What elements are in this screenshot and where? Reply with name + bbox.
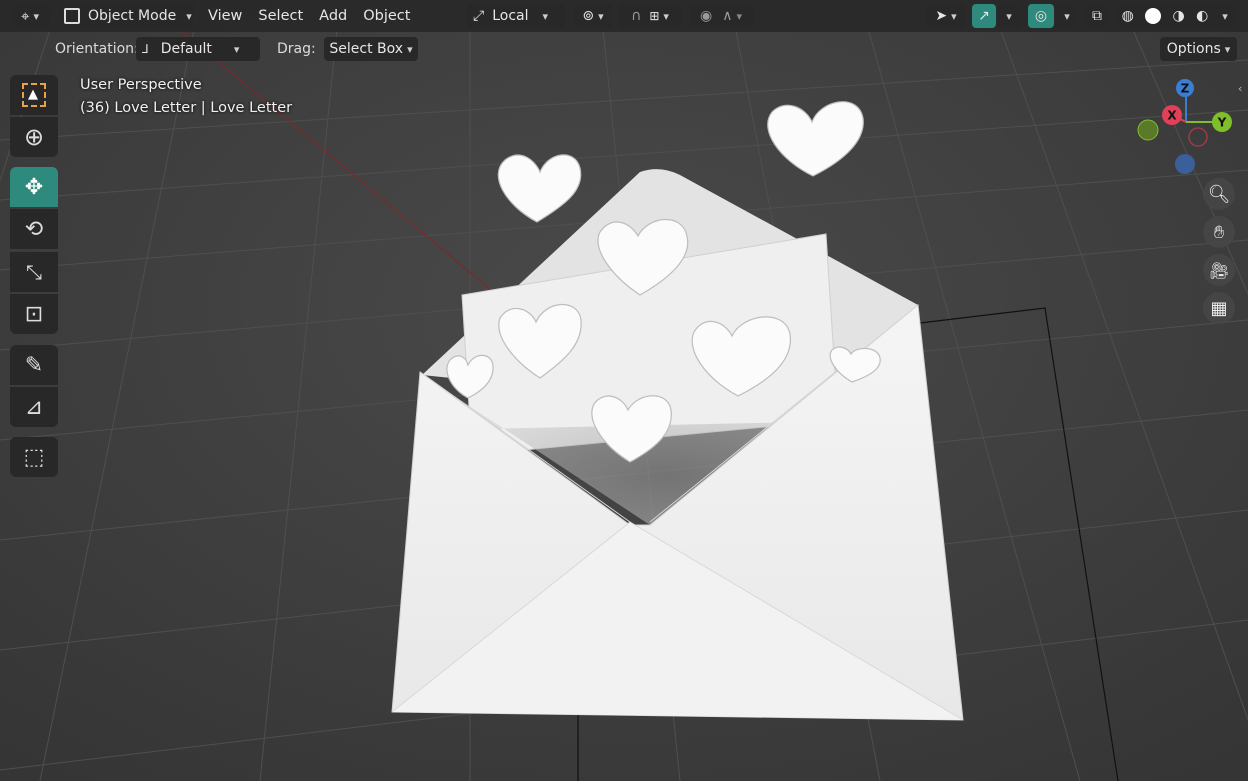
overlays-dropdown[interactable]: ▾ [1056,4,1078,28]
neg-z-axis-ball[interactable] [1175,154,1195,174]
object-mode-icon [64,8,80,24]
pivot-icon: ⊚ [582,8,595,24]
annotate-tool[interactable]: ✎ [10,345,58,385]
pivot-point-dropdown[interactable]: ⊚ ▾ [574,4,612,28]
solid-shading-icon[interactable] [1145,8,1162,24]
viewport-header: ⌖ ▾ Object Mode ▾ View Select Add Object … [0,0,1248,32]
chevron-down-icon: ▾ [598,9,604,23]
y-axis-label: Y [1217,116,1227,130]
chevron-down-icon: ▾ [1224,42,1231,56]
drag-dropdown[interactable]: Select Box ▾ [324,37,418,61]
neg-x-axis-ball[interactable] [1188,127,1208,147]
measure-icon: ⊿ [24,394,44,420]
menu-view[interactable]: View [200,4,250,28]
shading-mode-group: ◍ ◑ ◐ [1116,4,1214,28]
viewport-scene [0,0,1248,781]
cursor-icon: ⊕ [23,123,45,151]
options-label: Options [1166,41,1221,57]
move-tool[interactable]: ✥ [10,167,58,207]
menu-object[interactable]: Object [355,4,418,28]
navigation-gizmo[interactable]: Z X Y [1132,76,1236,180]
orientation-label: Orientation: [55,41,139,57]
chevron-down-icon: ▾ [663,9,669,23]
selectability-visibility-dropdown[interactable]: ➤ ▾ [926,4,966,28]
chevron-down-icon: ▾ [1006,9,1012,23]
wireframe-shading-icon[interactable]: ◍ [1122,8,1134,24]
options-dropdown[interactable]: Options ▾ [1160,37,1237,61]
chevron-down-icon: ▾ [1064,9,1070,23]
rotate-icon: ⟲ [24,216,44,242]
sidebar-toggle-icon[interactable]: ‹ [1238,82,1242,95]
shading-dropdown[interactable]: ▾ [1214,4,1236,28]
xray-toggle[interactable]: ⧉ [1085,4,1109,28]
zoom-icon: 🔍︎ [1207,183,1231,205]
snap-increment-icon: ⊞ [649,9,660,23]
gizmo-dropdown[interactable]: ▾ [998,4,1020,28]
chevron-down-icon: ▾ [951,9,957,23]
pan-hand-icon: ✋︎ [1213,221,1225,243]
menu-add[interactable]: Add [311,4,355,28]
3d-viewport[interactable] [0,0,1248,781]
view-name: User Perspective [80,77,202,93]
orientation-value: Default [160,41,212,57]
select-box-tool[interactable]: ▲ [10,75,58,115]
move-icon: ✥ [24,174,44,200]
transform-tool[interactable]: ⊡ [10,294,58,334]
transform-icon: ⊡ [24,301,44,327]
mode-label: Object Mode [88,8,177,24]
orientation-label: Local [492,8,529,24]
drag-value: Select Box [329,41,404,57]
zoom-button[interactable]: 🔍︎ [1203,178,1235,210]
xray-icon: ⧉ [1092,8,1102,24]
scale-icon: ⤡ [26,260,42,284]
rendered-shading-icon[interactable]: ◐ [1196,8,1208,24]
chevron-down-icon: ▾ [186,9,192,23]
menu-select[interactable]: Select [250,4,311,28]
perspective-toggle-button[interactable]: ▦ [1203,292,1235,324]
material-shading-icon[interactable]: ◑ [1173,8,1185,24]
camera-icon: 🎥︎ [1208,260,1230,280]
chevron-down-icon: ▾ [736,9,742,23]
annotate-icon: ✎ [24,352,44,378]
proportional-edit-icon: ◉ [700,8,713,24]
mode-dropdown[interactable]: Object Mode ▾ [58,4,194,28]
header-menus: View Select Add Object [200,4,418,28]
snap-magnet-icon: ∩ [631,8,642,24]
chevron-down-icon: ▾ [1222,9,1228,23]
camera-view-button[interactable]: 🎥︎ [1203,254,1235,286]
3d-viewport-icon: ⌖ [21,7,30,25]
drag-label: Drag: [277,41,316,57]
z-axis-label: Z [1181,82,1190,96]
snapping-group[interactable]: ∩ ⊞ ▾ [618,4,682,28]
overlays-icon: ◎ [1034,8,1048,24]
chevron-down-icon: ▾ [33,9,39,23]
chevron-down-icon: ▾ [233,42,240,56]
overlays-toggle[interactable]: ◎ [1028,4,1054,28]
tool-header: Orientation: ⅃ Default ▾ Drag: Select Bo… [0,34,1248,64]
local-orientation-icon: ⤢ [473,8,485,24]
gizmo-icon: ↗ [978,8,990,24]
add-cube-tool[interactable]: ⬚ [10,437,58,477]
falloff-icon: ∧ [722,8,733,24]
x-axis-label: X [1167,109,1177,123]
gizmo-toggle[interactable]: ↗ [972,4,996,28]
pan-button[interactable]: ✋︎ [1203,216,1235,248]
orientation-dropdown[interactable]: ⅃ Default ▾ [136,37,260,61]
orientation-axis-icon: ⅃ [142,42,149,56]
chevron-down-icon: ▾ [542,9,549,23]
rotate-tool[interactable]: ⟲ [10,209,58,249]
scale-tool[interactable]: ⤡ [10,252,58,292]
pointer-icon: ➤ [935,8,948,24]
editor-type-button[interactable]: ⌖ ▾ [10,4,50,28]
transform-orientation-dropdown[interactable]: ⤢ Local ▾ [467,4,565,28]
grid-perspective-icon: ▦ [1210,297,1228,319]
object-info: (36) Love Letter | Love Letter [80,100,293,116]
select-box-icon: ▲ [22,83,46,107]
chevron-down-icon: ▾ [407,42,413,56]
cursor-tool[interactable]: ⊕ [10,117,58,157]
measure-tool[interactable]: ⊿ [10,387,58,427]
add-cube-icon: ⬚ [23,444,45,470]
neg-y-axis-ball[interactable] [1137,119,1159,141]
proportional-editing-group[interactable]: ◉ ∧ ▾ [689,4,753,28]
